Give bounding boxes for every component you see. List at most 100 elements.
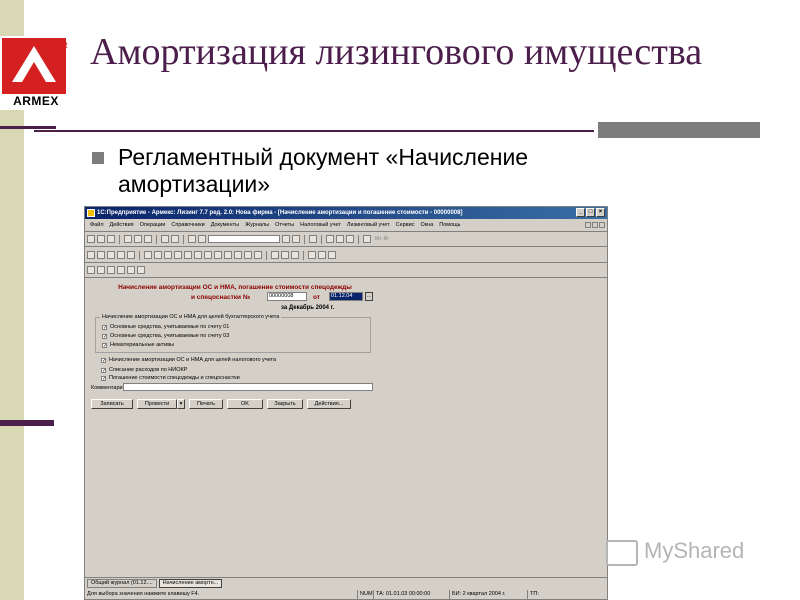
menu-windows[interactable]: Окна [418, 222, 437, 228]
actions-button[interactable]: Действия... [307, 399, 351, 409]
menu-actions[interactable]: Действия [107, 222, 137, 228]
journal-icon[interactable] [97, 251, 105, 259]
option-account-01[interactable]: ✓ Основные средства, учитываемые по счет… [102, 324, 229, 330]
menu-file[interactable]: Файл [87, 222, 107, 228]
report-icon[interactable] [194, 251, 202, 259]
report-icon[interactable] [234, 251, 242, 259]
status-tp: ТП: [527, 590, 539, 599]
mdi-restore-icon[interactable] [592, 222, 598, 228]
comment-input[interactable] [123, 383, 373, 391]
schedule-icon[interactable] [107, 266, 115, 274]
report-icon[interactable] [154, 251, 162, 259]
upload-icon[interactable] [271, 251, 279, 259]
search-combo[interactable] [208, 235, 280, 243]
pin-icon[interactable] [346, 235, 354, 243]
menu-help[interactable]: Помощь [436, 222, 463, 228]
edit-icon[interactable] [137, 266, 145, 274]
save-button[interactable]: Записать [91, 399, 133, 409]
menu-documents[interactable]: Документы [208, 222, 242, 228]
post-dropdown-button[interactable]: ▾ [177, 399, 185, 409]
undo-icon[interactable] [188, 235, 196, 243]
ok-button[interactable]: OK [227, 399, 263, 409]
mdi-close-icon[interactable] [599, 222, 605, 228]
minimize-button[interactable]: _ [576, 208, 585, 217]
option-tax-depreciation[interactable]: ✓ Начисление амортизации ОС и НМА для це… [101, 357, 276, 363]
app-window: 1С:Предприятие - Армекс: Лизинг 7.7 ред.… [84, 206, 608, 600]
task-general-journal[interactable]: Общий журнал (01.12.... [87, 579, 157, 588]
chart-icon[interactable] [308, 251, 316, 259]
analysis-icon[interactable] [318, 251, 326, 259]
documents-toolbar [87, 249, 336, 261]
checkbox-checked[interactable]: ✓ [102, 333, 107, 339]
open-icon[interactable] [97, 235, 105, 243]
report-icon[interactable] [174, 251, 182, 259]
table-icon[interactable] [363, 235, 371, 243]
checkbox-checked[interactable]: ✓ [102, 324, 107, 330]
report-icon[interactable] [244, 251, 252, 259]
copy-icon[interactable] [134, 235, 142, 243]
checkbox-checked[interactable]: ✓ [101, 375, 106, 381]
refresh-icon[interactable] [291, 251, 299, 259]
operations-icon[interactable] [107, 251, 115, 259]
settings-icon[interactable] [281, 251, 289, 259]
option-label: Основные средства, учитываемые по счету … [110, 333, 230, 339]
menu-references[interactable]: Справочники [168, 222, 207, 228]
manual-operation-icon[interactable] [127, 251, 135, 259]
option-uniform-writeoff[interactable]: ✓ Погашение стоимости спецодежды и спецо… [101, 375, 240, 381]
entries-icon[interactable] [117, 251, 125, 259]
option-label: Списание расходов по НИОКР [109, 367, 188, 373]
option-account-03[interactable]: ✓ Основные средства, учитываемые по счет… [102, 333, 229, 339]
close-form-button[interactable]: Закрыть [267, 399, 303, 409]
report-icon[interactable] [164, 251, 172, 259]
report-icon[interactable] [214, 251, 222, 259]
checkbox-checked[interactable]: ✓ [101, 367, 106, 373]
find-icon[interactable] [282, 235, 290, 243]
help-icon[interactable] [309, 235, 317, 243]
document-date-field[interactable]: 01.12.04 [329, 292, 363, 301]
print-preview-icon[interactable] [171, 235, 179, 243]
calculator-icon[interactable] [326, 235, 334, 243]
new-document-icon[interactable] [87, 235, 95, 243]
contract-icon[interactable] [87, 266, 95, 274]
accounting-options-group: Начисление амортизации ОС и НМА для целе… [95, 314, 371, 353]
replace-icon[interactable] [292, 235, 300, 243]
calendar-button[interactable]: … [365, 292, 373, 301]
report-icon[interactable] [184, 251, 192, 259]
report-icon[interactable] [204, 251, 212, 259]
report-icon[interactable] [224, 251, 232, 259]
calculator-icon[interactable] [127, 266, 135, 274]
cut-icon[interactable] [124, 235, 132, 243]
menu-service[interactable]: Сервис [393, 222, 418, 228]
menu-tax-accounting[interactable]: Налоговый учет [297, 222, 344, 228]
checkbox-checked[interactable]: ✓ [102, 342, 107, 348]
post-button[interactable]: Провести [137, 399, 177, 409]
print-button[interactable]: Печать [189, 399, 223, 409]
report-icon[interactable] [254, 251, 262, 259]
maximize-button[interactable]: □ [586, 208, 595, 217]
checkbox-checked[interactable]: ✓ [101, 357, 106, 363]
monitor-icon[interactable] [328, 251, 336, 259]
menu-leasing-accounting[interactable]: Лизинговый учет [344, 222, 393, 228]
save-icon[interactable] [107, 235, 115, 243]
report-icon[interactable] [144, 251, 152, 259]
chart-of-accounts-icon[interactable] [87, 251, 95, 259]
paste-icon[interactable] [144, 235, 152, 243]
task-depreciation-document[interactable]: Начисление амортн... [158, 579, 223, 588]
option-intangible-assets[interactable]: ✓ Нематериальные активы [102, 342, 174, 348]
toolbar-separator [119, 234, 120, 244]
menu-operations[interactable]: Операции [137, 222, 169, 228]
document-number-field[interactable]: 00000008 [267, 292, 307, 301]
payment-icon[interactable] [117, 266, 125, 274]
print-icon[interactable] [161, 235, 169, 243]
mdi-minimize-icon[interactable] [585, 222, 591, 228]
close-button[interactable]: × [596, 208, 605, 217]
memory-buttons[interactable]: М+ М- [375, 236, 389, 242]
armex-logo-text: ARMEX [2, 94, 70, 108]
menu-reports[interactable]: Отчеты [272, 222, 297, 228]
toolbar-separator [303, 250, 304, 260]
lessee-icon[interactable] [97, 266, 105, 274]
menu-journals[interactable]: Журналы [242, 222, 272, 228]
option-niokr[interactable]: ✓ Списание расходов по НИОКР [101, 367, 187, 373]
redo-icon[interactable] [198, 235, 206, 243]
calendar-icon[interactable] [336, 235, 344, 243]
